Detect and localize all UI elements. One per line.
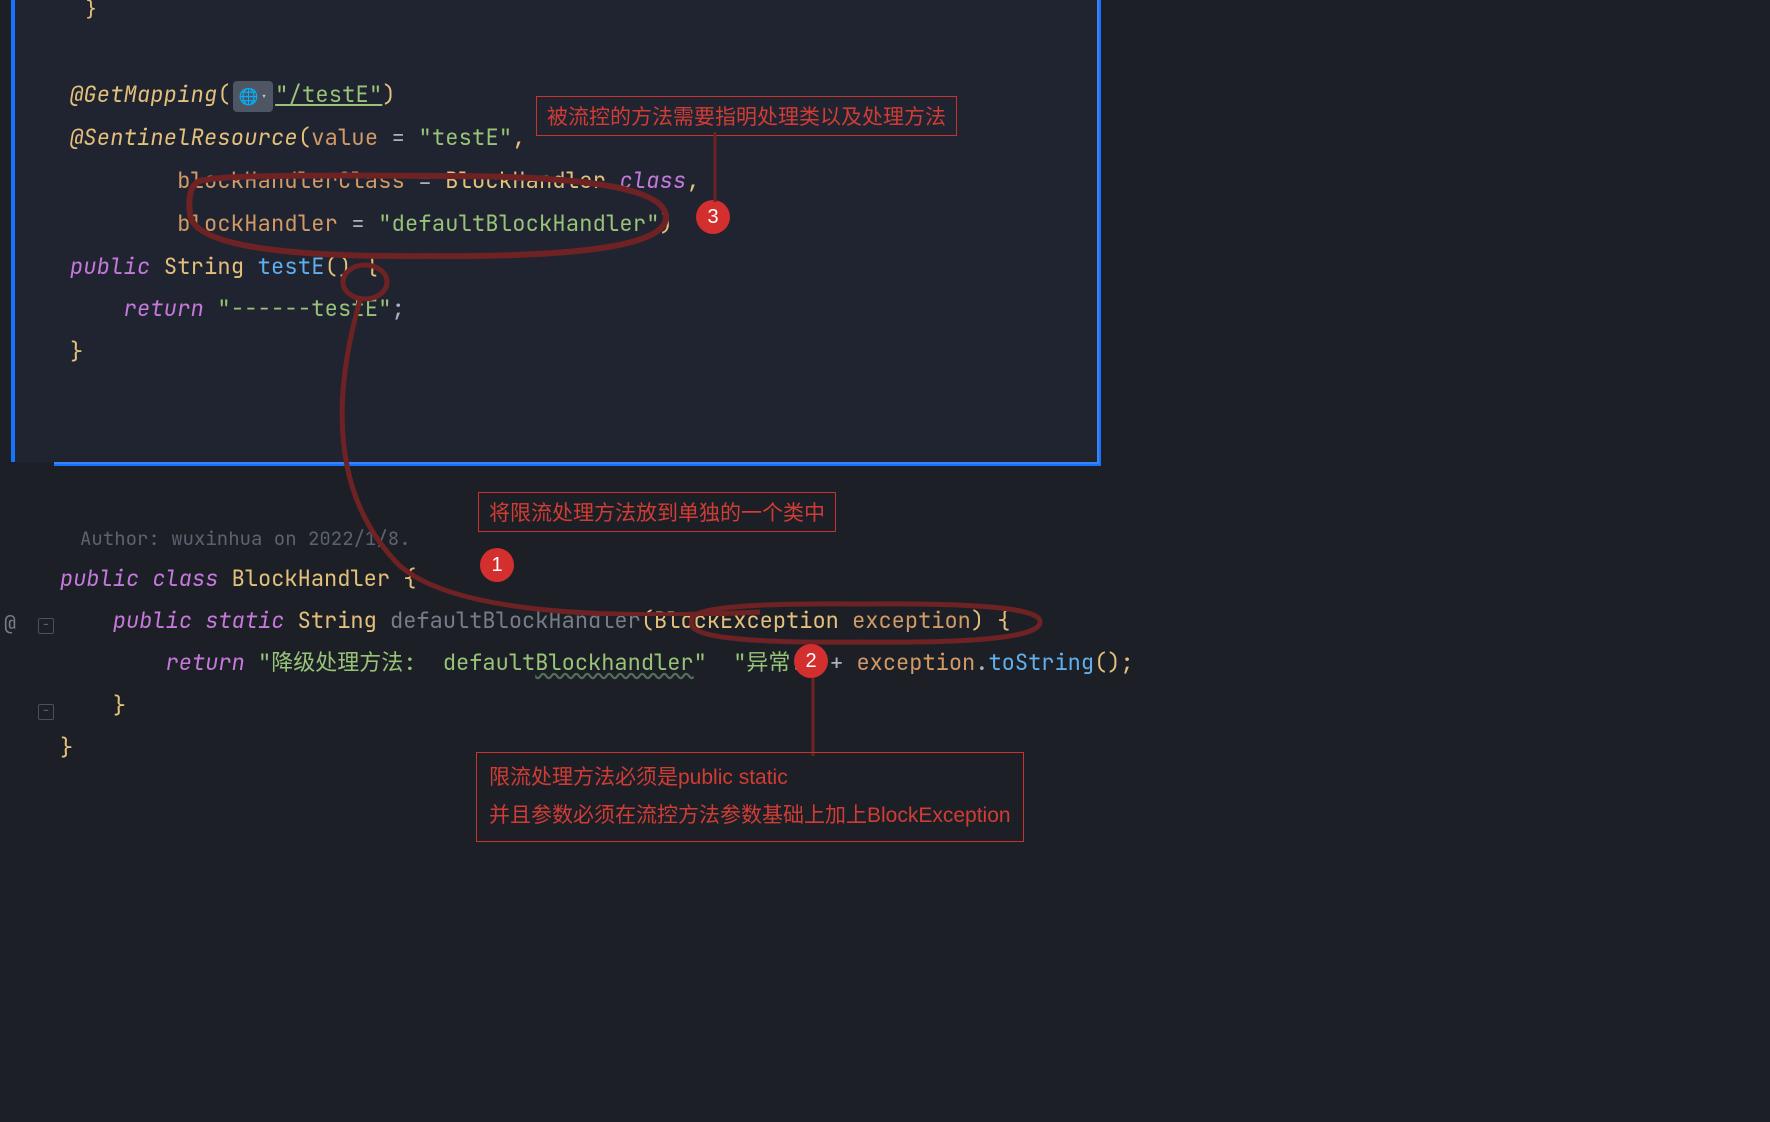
- var-exception: exception: [856, 648, 975, 677]
- rparen: ): [971, 606, 984, 635]
- comma: ,: [686, 166, 699, 195]
- note-2-line2: 并且参数必须在流控方法参数基础上加上BlockException: [489, 797, 1011, 835]
- kw-return: return: [166, 648, 245, 677]
- string-exception-label: "异常:": [733, 648, 817, 677]
- method-testE: testE: [258, 252, 325, 281]
- kw-class: class: [152, 564, 218, 593]
- fold-icon[interactable]: −: [38, 618, 54, 634]
- rbrace: }: [70, 337, 83, 366]
- note-3-box: 被流控的方法需要指明处理类以及处理方法: [536, 96, 957, 136]
- plus: +: [817, 648, 857, 677]
- equals: =: [378, 123, 418, 152]
- author-annotation: Author: wuxinhua on 2022/1/8.: [80, 526, 411, 551]
- lbrace: {: [403, 564, 416, 593]
- kw-public: public: [70, 252, 150, 281]
- string-testE: "testE": [418, 123, 512, 152]
- fold-icon[interactable]: −: [38, 704, 54, 720]
- classname-blockhandler: BlockHandler: [232, 564, 390, 593]
- annotation-getmapping: @GetMapping: [70, 80, 217, 109]
- globe-icon[interactable]: 🌐▾: [233, 81, 273, 112]
- lparen: (: [298, 123, 311, 152]
- str-part1: "降级处理方法: default: [258, 648, 535, 677]
- url-literal: "/testE": [275, 80, 382, 109]
- call-end: ();: [1094, 648, 1134, 677]
- param-blockhandler: blockHandler: [177, 209, 338, 238]
- dot: .: [606, 166, 619, 195]
- kw-return: return: [124, 294, 204, 323]
- rparen: ): [660, 209, 673, 238]
- param-blockhandlerclass: blockHandlerClass: [177, 166, 405, 195]
- class-keyword: class: [619, 166, 686, 195]
- rparen: ): [382, 80, 395, 109]
- stray-brace: }: [85, 0, 97, 20]
- type-string: String: [298, 606, 377, 635]
- param-value: value: [311, 123, 378, 152]
- annotation-sentinelresource: @SentinelResource: [70, 123, 298, 152]
- string-degrade: "降级处理方法: defaultBlockhandler": [258, 648, 707, 677]
- string-return: "------testE": [217, 294, 391, 323]
- gutter: @ − −: [0, 462, 54, 1122]
- note-2-line1: 限流处理方法必须是public static: [489, 759, 1011, 797]
- type-string: String: [164, 252, 244, 281]
- str-typo: Blockhandler: [535, 648, 693, 677]
- kw-public: public: [60, 564, 139, 593]
- method-tostring: toString: [988, 648, 1094, 677]
- method-defaultblockhandler: defaultBlockHandler: [390, 606, 641, 635]
- lbrace: {: [365, 252, 378, 281]
- str-part1c: ": [694, 648, 707, 677]
- lparen: (: [217, 80, 230, 109]
- comma: ,: [512, 123, 525, 152]
- kw-static: static: [205, 606, 284, 635]
- rbrace: }: [60, 733, 73, 762]
- equals: =: [338, 209, 378, 238]
- semicolon: ;: [392, 294, 405, 323]
- top-code-block: @GetMapping(🌐▾"/testE") @SentinelResourc…: [15, 0, 1097, 374]
- top-editor-pane: } @GetMapping(🌐▾"/testE") @SentinelResou…: [15, 0, 1099, 464]
- sp: [244, 252, 257, 281]
- bottom-code-block: public class BlockHandler { public stati…: [0, 462, 1770, 769]
- sp: [150, 252, 163, 281]
- kw-public: public: [113, 606, 192, 635]
- gutter-at-icon[interactable]: @: [4, 610, 16, 636]
- equals: =: [405, 166, 445, 195]
- sp: [204, 294, 217, 323]
- paramname-exception: exception: [852, 606, 971, 635]
- lbrace: {: [997, 606, 1010, 635]
- parens: (): [325, 252, 365, 281]
- lparen: (: [641, 606, 654, 635]
- class-blockhandler: BlockHandler: [445, 166, 606, 195]
- paramtype-blockexception: BlockException: [654, 606, 839, 635]
- note-1-box: 将限流处理方法放到单独的一个类中: [478, 492, 836, 532]
- string-defaultblockhandler: "defaultBlockHandler": [378, 209, 659, 238]
- dot: .: [975, 648, 988, 677]
- rbrace: }: [113, 691, 126, 720]
- note-2-box: 限流处理方法必须是public static 并且参数必须在流控方法参数基础上加…: [476, 752, 1024, 842]
